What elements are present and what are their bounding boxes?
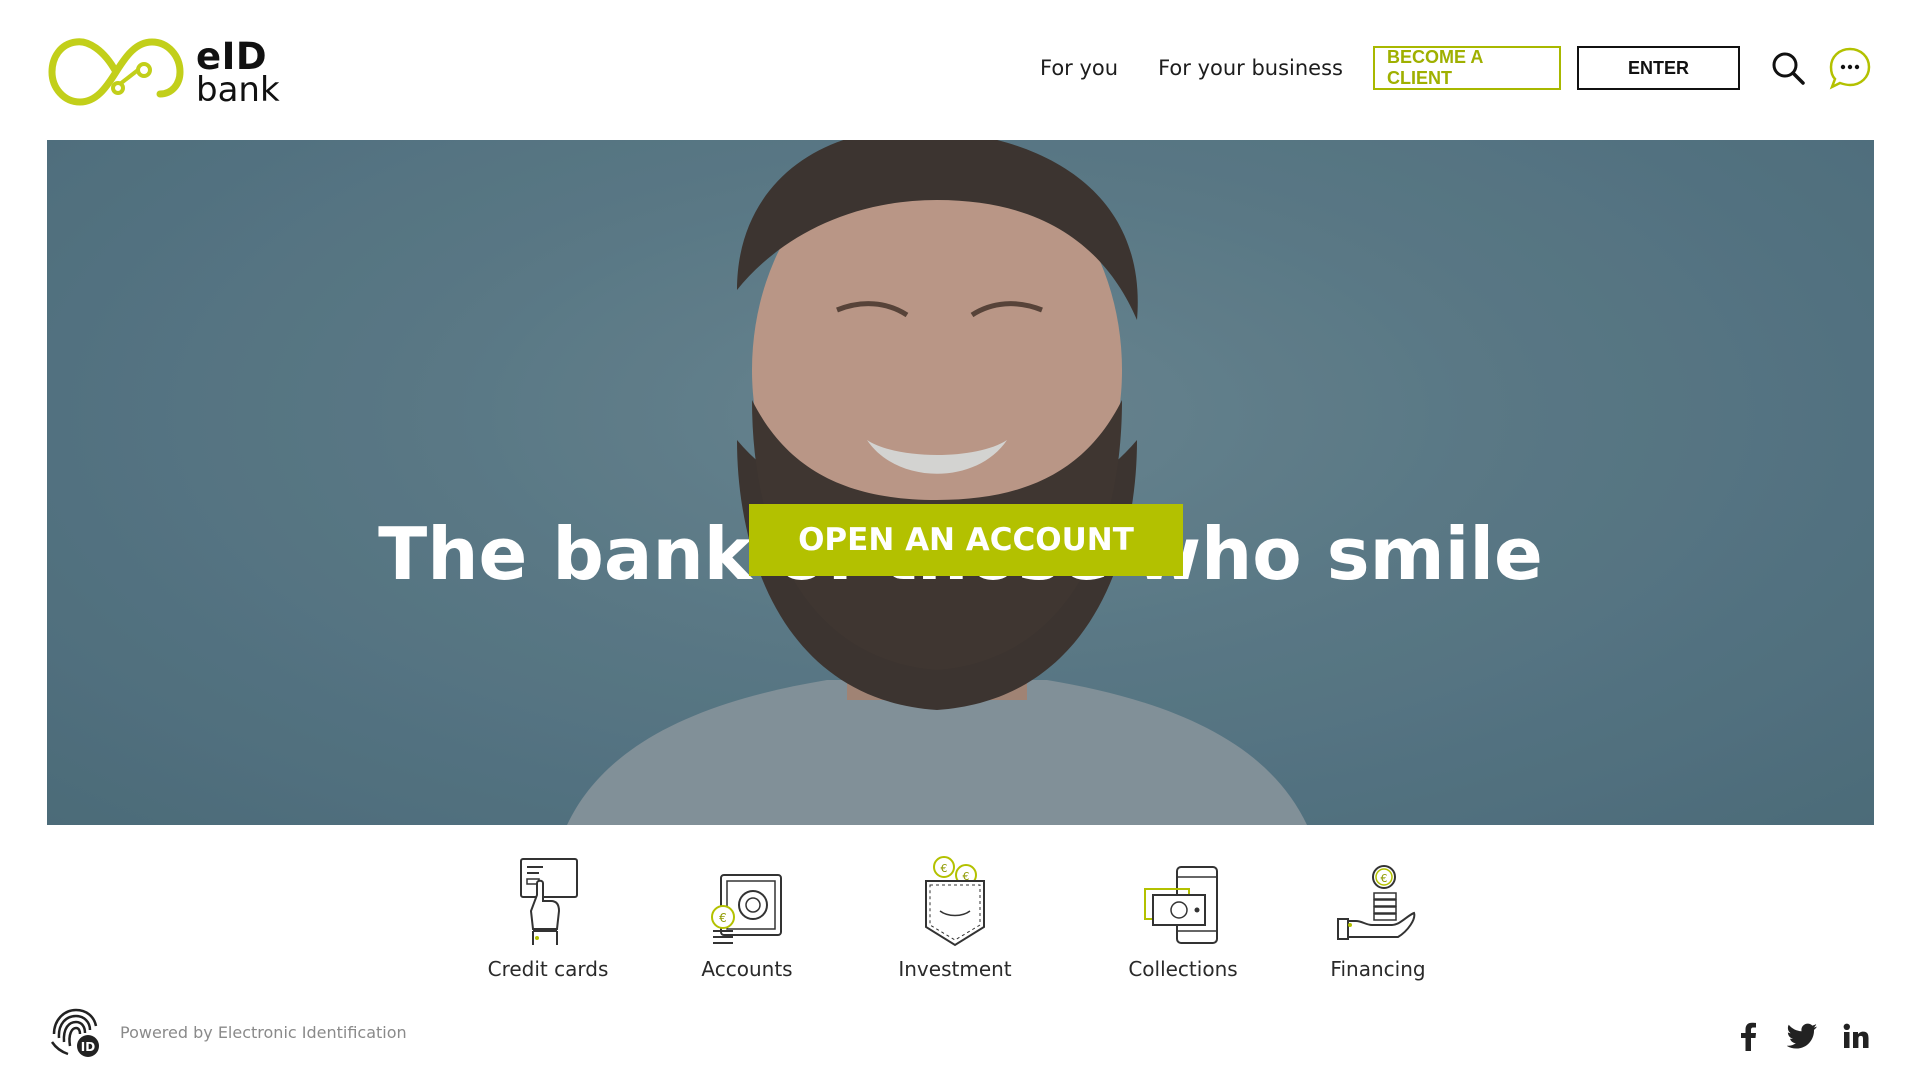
search-icon[interactable] xyxy=(1766,46,1810,90)
site-header: eID bank For you For your business BECOM… xyxy=(0,0,1920,140)
site-footer: ID Powered by Electronic Identification xyxy=(0,1000,1920,1080)
logo-line-1: eID xyxy=(196,34,268,78)
powered-by: ID Powered by Electronic Identification xyxy=(48,1006,407,1058)
become-client-button[interactable]: BECOME A CLIENT xyxy=(1373,46,1561,90)
category-label: Accounts xyxy=(701,957,793,981)
category-label: Investment xyxy=(898,957,1012,981)
category-label: Collections xyxy=(1128,957,1238,981)
powered-by-text: Powered by Electronic Identification xyxy=(120,1022,407,1042)
fingerprint-id-icon: ID xyxy=(50,1008,99,1057)
facebook-icon[interactable] xyxy=(1732,1020,1764,1052)
category-credit-cards[interactable]: Credit cards xyxy=(458,855,638,981)
wallet-icon: € € xyxy=(865,855,1045,947)
logo-line-2: bank xyxy=(196,69,280,110)
category-investment[interactable]: € € Investment xyxy=(865,855,1045,981)
open-account-button[interactable]: OPEN AN ACCOUNT xyxy=(749,504,1183,576)
infinity-logo-icon xyxy=(48,38,184,106)
enter-button[interactable]: ENTER xyxy=(1577,46,1740,90)
svg-text:€: € xyxy=(1381,872,1388,885)
product-categories: Credit cards € Accounts € € Investment C… xyxy=(0,855,1920,985)
twitter-icon[interactable] xyxy=(1786,1020,1818,1052)
svg-text:ID: ID xyxy=(81,1040,95,1054)
category-accounts[interactable]: € Accounts xyxy=(657,855,837,981)
main-nav: For you For your business BECOME A CLIEN… xyxy=(1040,44,1872,92)
logo-wordmark: eID bank xyxy=(196,38,280,107)
category-financing[interactable]: € Financing xyxy=(1288,855,1468,981)
linkedin-icon[interactable] xyxy=(1840,1020,1872,1052)
svg-text:€: € xyxy=(941,862,948,875)
category-label: Credit cards xyxy=(487,957,609,981)
nav-for-you[interactable]: For you xyxy=(1040,56,1118,80)
category-label: Financing xyxy=(1330,957,1426,981)
hand-coins-icon: € xyxy=(1288,855,1468,947)
credit-card-icon xyxy=(458,855,638,947)
category-collections[interactable]: Collections xyxy=(1093,855,1273,981)
chat-bubble-icon[interactable] xyxy=(1828,46,1872,90)
phone-payment-icon xyxy=(1093,855,1273,947)
hero-overlay xyxy=(47,140,1874,825)
nav-for-your-business[interactable]: For your business xyxy=(1158,56,1343,80)
svg-text:€: € xyxy=(719,911,727,925)
hero-banner: The bank of those who smile OPEN AN ACCO… xyxy=(47,140,1874,825)
eid-bank-logo[interactable]: eID bank xyxy=(48,30,280,114)
social-links xyxy=(1710,1020,1872,1052)
safe-icon: € xyxy=(657,855,837,947)
